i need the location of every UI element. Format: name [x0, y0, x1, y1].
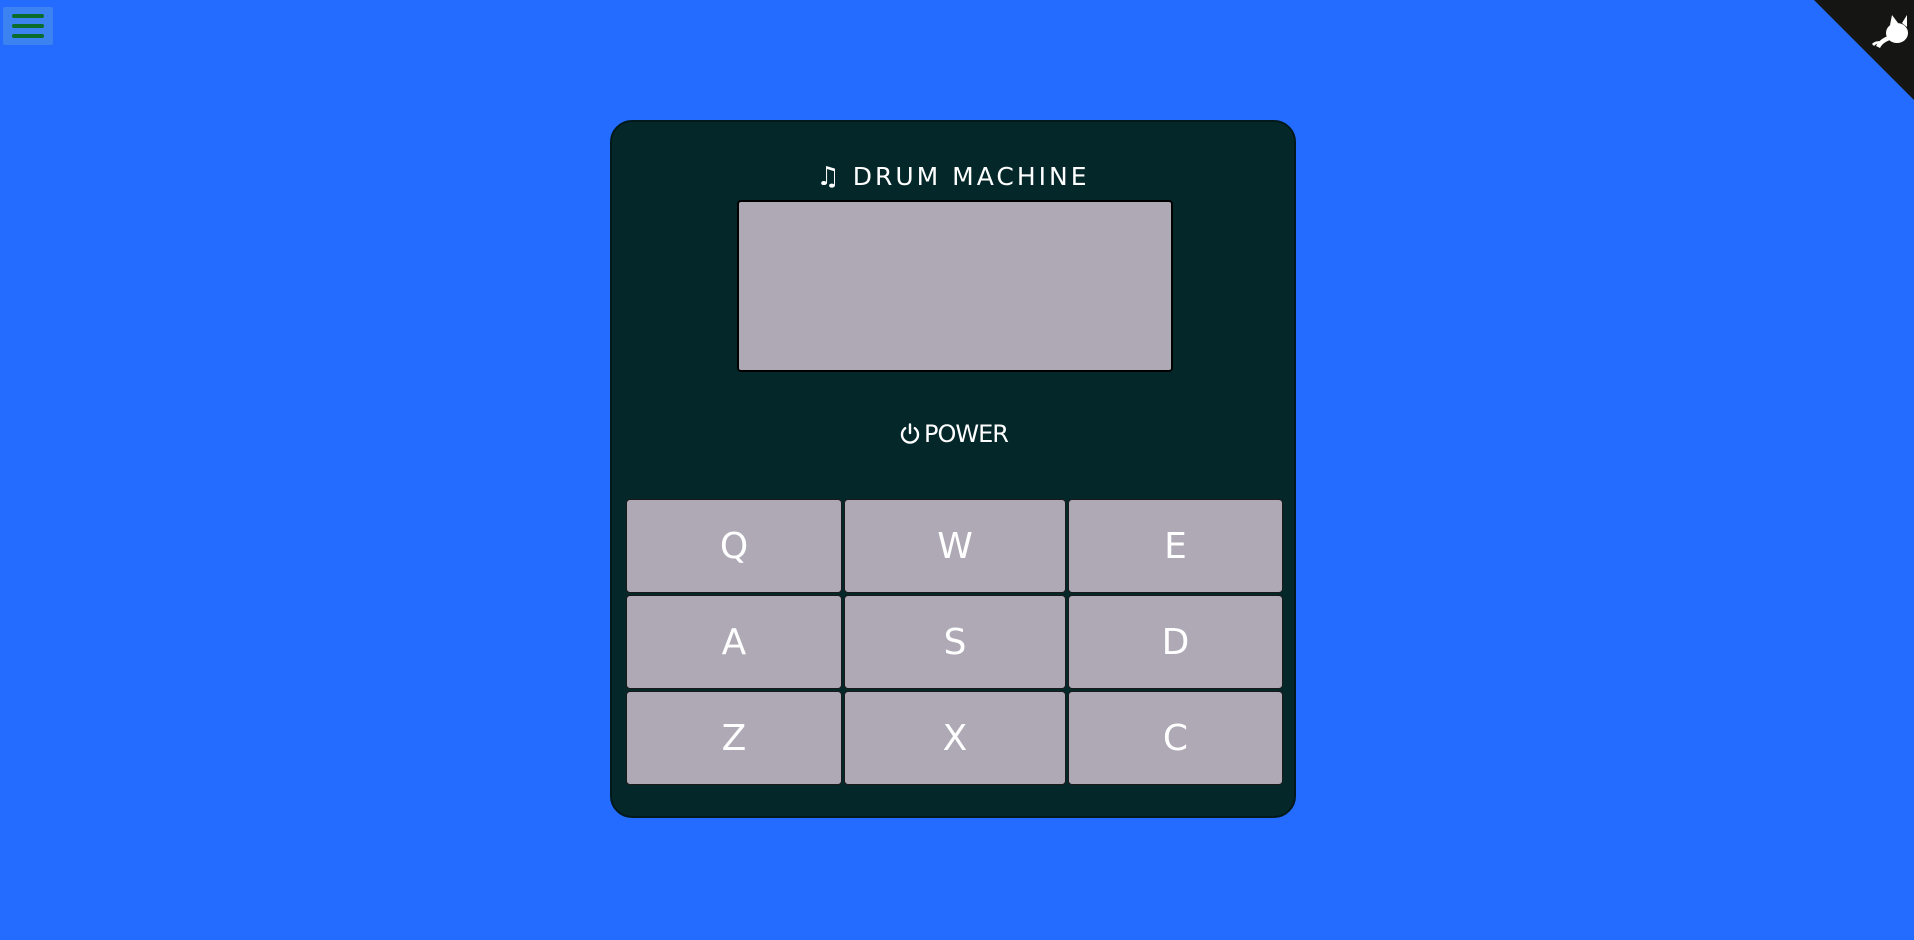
drum-pad-w[interactable]: W: [844, 499, 1066, 593]
drum-pad-q[interactable]: Q: [626, 499, 842, 593]
github-corner-link[interactable]: [1814, 0, 1914, 100]
drum-pad-s[interactable]: S: [844, 595, 1066, 689]
power-icon: [900, 423, 920, 444]
drum-pad-x[interactable]: X: [844, 691, 1066, 785]
hamburger-menu-icon-bar: [12, 34, 44, 38]
sound-display: [737, 200, 1173, 372]
drum-pad-z[interactable]: Z: [626, 691, 842, 785]
hamburger-menu-icon-bar: [12, 14, 44, 18]
power-label: POWER: [924, 420, 1009, 448]
drum-pad-e[interactable]: E: [1068, 499, 1283, 593]
menu-button[interactable]: [3, 7, 53, 45]
drum-machine: ♫ DRUM MACHINE POWER Q W E A S D Z X C: [610, 120, 1296, 818]
drum-pad-c[interactable]: C: [1068, 691, 1283, 785]
music-note-icon: ♫: [816, 162, 843, 192]
power-toggle[interactable]: POWER: [612, 418, 1294, 450]
drum-machine-title: ♫ DRUM MACHINE: [612, 160, 1294, 194]
drum-pad-grid: Q W E A S D Z X C: [626, 499, 1283, 785]
drum-pad-d[interactable]: D: [1068, 595, 1283, 689]
drum-pad-a[interactable]: A: [626, 595, 842, 689]
title-text: DRUM MACHINE: [852, 162, 1090, 191]
github-octocat-icon: [1814, 0, 1914, 100]
hamburger-menu-icon-bar: [12, 24, 44, 28]
